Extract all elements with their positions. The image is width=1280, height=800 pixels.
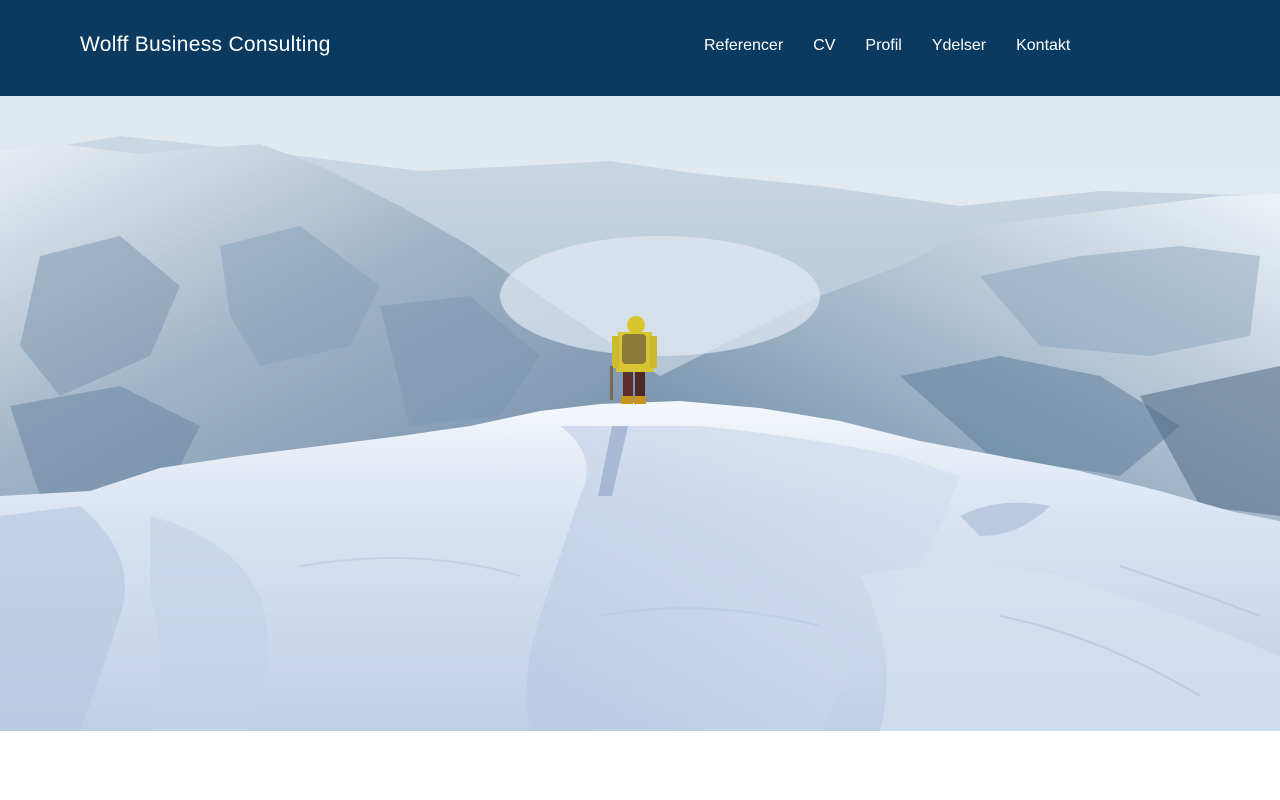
page-content-area <box>0 731 1280 800</box>
main-navigation: Referencer CV Profil Ydelser Kontakt <box>689 37 1085 55</box>
nav-item-profil[interactable]: Profil <box>850 37 916 55</box>
nav-item-referencer[interactable]: Referencer <box>689 37 798 55</box>
site-header: Wolff Business Consulting Referencer CV … <box>0 0 1280 96</box>
nav-item-ydelser[interactable]: Ydelser <box>917 37 1001 55</box>
site-title-link[interactable]: Wolff Business Consulting <box>80 33 331 57</box>
mountain-summit-illustration <box>0 96 1280 731</box>
nav-item-kontakt[interactable]: Kontakt <box>1001 37 1085 55</box>
nav-item-cv[interactable]: CV <box>798 37 850 55</box>
hero-image <box>0 96 1280 731</box>
